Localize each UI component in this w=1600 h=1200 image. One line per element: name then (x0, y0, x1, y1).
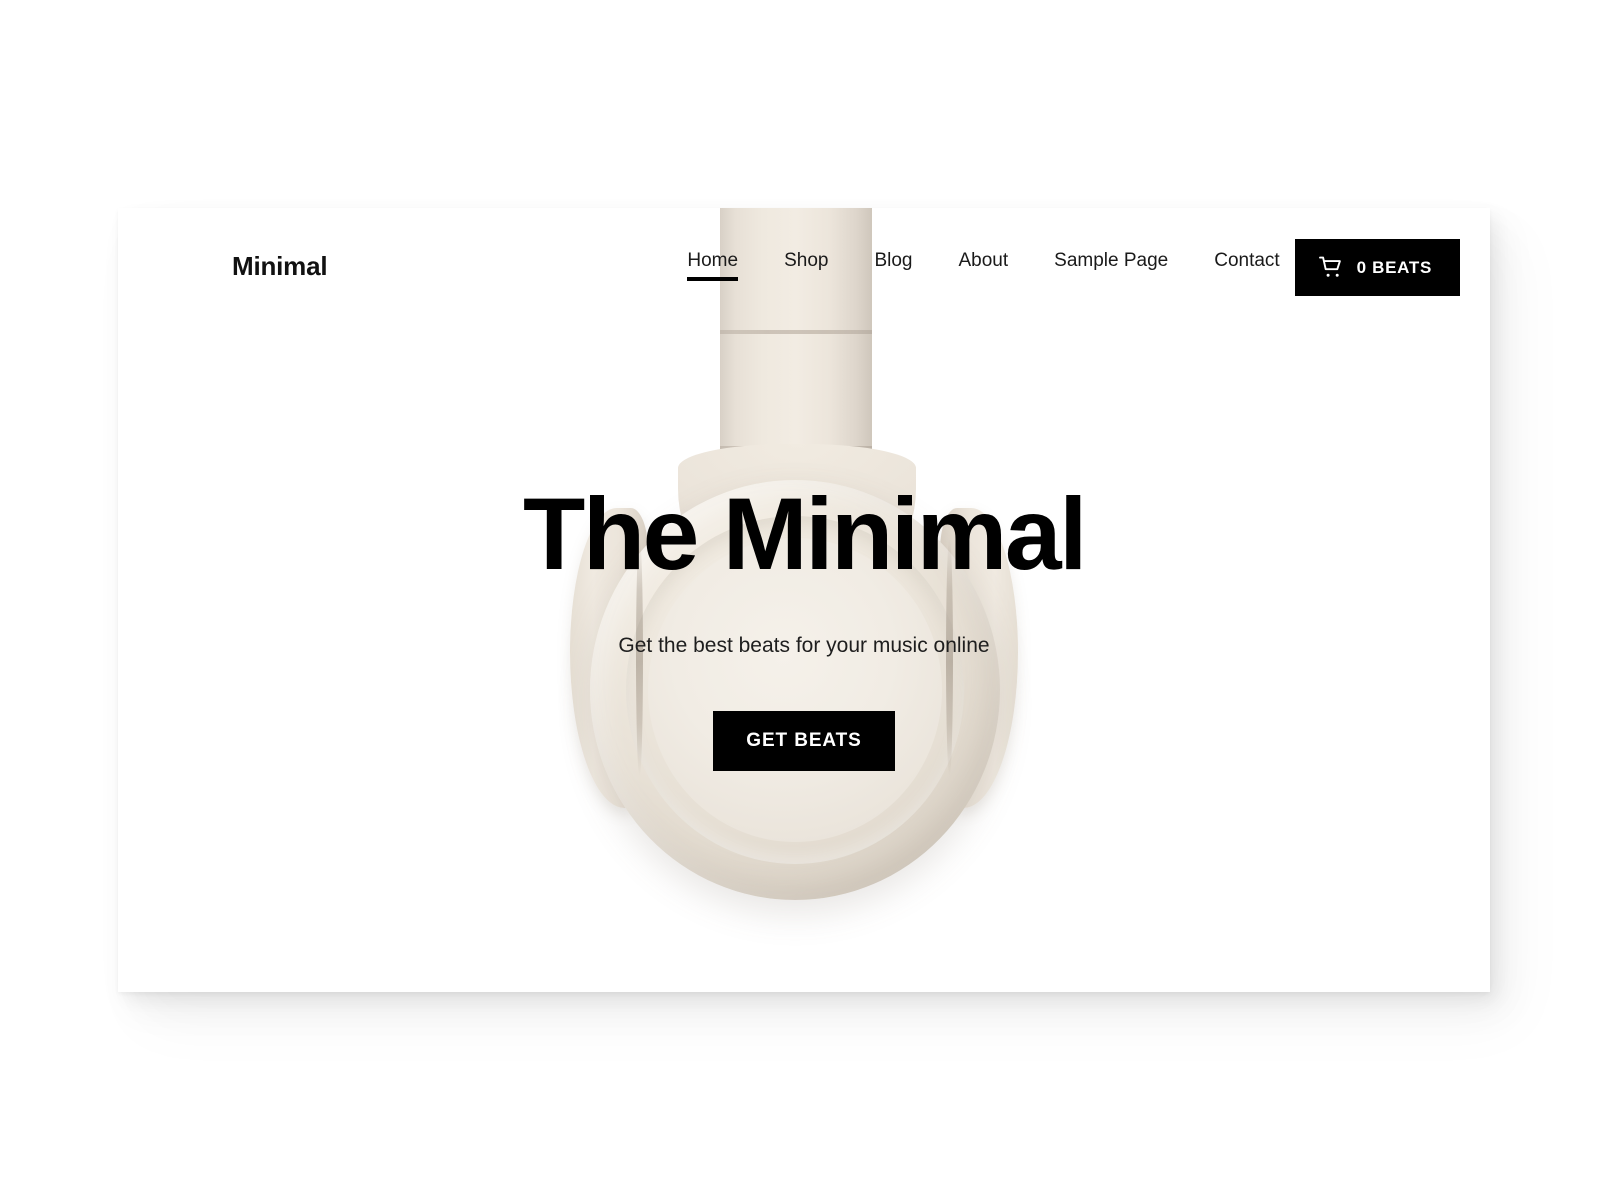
hero-subtitle: Get the best beats for your music online (618, 634, 990, 657)
hero-section: The Minimal Get the best beats for your … (118, 208, 1490, 992)
website-page-card: Minimal Home Shop Blog About Sample Page… (118, 208, 1490, 992)
get-beats-button[interactable]: GET BEATS (713, 711, 895, 771)
screenshot-stage: Minimal Home Shop Blog About Sample Page… (0, 0, 1600, 1200)
hero-title: The Minimal (523, 477, 1087, 591)
